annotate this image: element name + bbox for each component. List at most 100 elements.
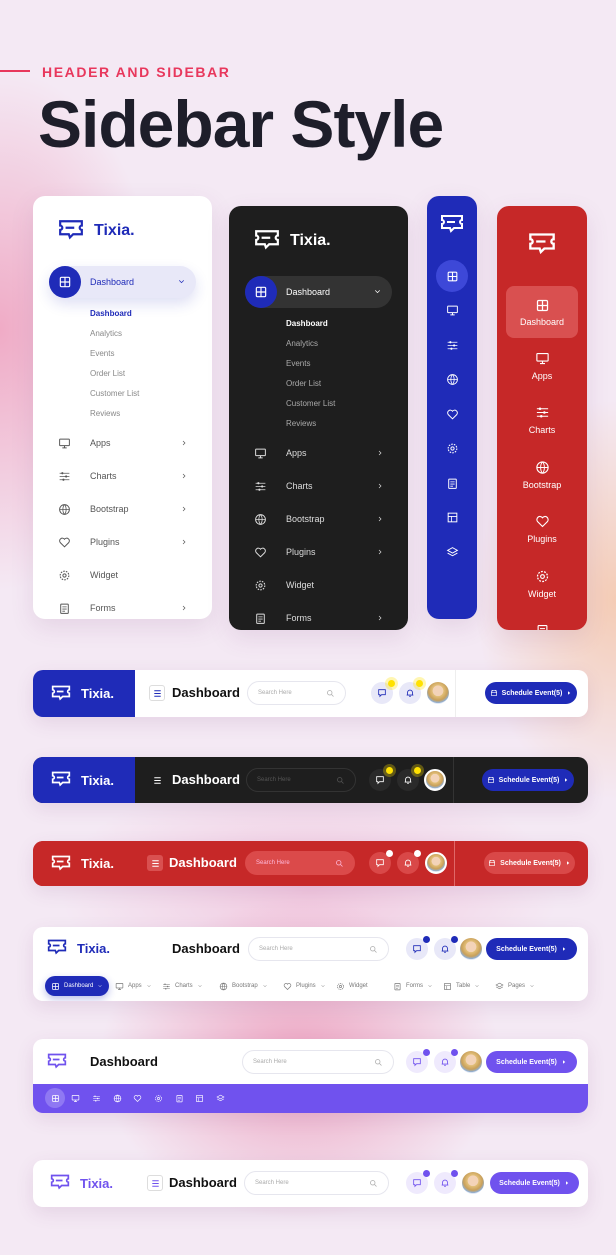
- nav-item-charts[interactable]: Charts: [162, 976, 203, 996]
- search-input[interactable]: Search Here: [242, 1050, 394, 1074]
- notifications-button[interactable]: [397, 850, 421, 874]
- submenu-item[interactable]: Dashboard: [286, 319, 328, 328]
- chat-button[interactable]: [369, 850, 393, 874]
- submenu-item[interactable]: Analytics: [90, 329, 122, 338]
- chat-button[interactable]: [406, 1049, 430, 1073]
- schedule-event-button[interactable]: Schedule Event(5): [485, 682, 577, 704]
- search-input[interactable]: Search Here: [248, 937, 389, 961]
- notifications-button[interactable]: [434, 936, 458, 960]
- brand-logo[interactable]: Tixia.: [51, 684, 114, 704]
- sidebar-item-widget[interactable]: Widget: [229, 578, 408, 592]
- sidebar-item-apps[interactable]: Apps: [497, 351, 587, 381]
- search-input[interactable]: Search Here: [246, 768, 356, 792]
- notifications-button[interactable]: [434, 1049, 458, 1073]
- notifications-button[interactable]: [399, 680, 423, 704]
- sidebar-item-dashboard[interactable]: Dashboard: [506, 286, 578, 338]
- submenu-item[interactable]: Reviews: [90, 409, 120, 418]
- sidebar-item-forms[interactable]: Forms: [33, 601, 212, 615]
- icon-nav-item[interactable]: [128, 1088, 148, 1108]
- sidebar-item-widget[interactable]: Widget: [33, 568, 212, 582]
- schedule-event-button[interactable]: Schedule Event(5): [484, 852, 575, 874]
- search-input[interactable]: Search Here: [247, 681, 346, 705]
- submenu-item[interactable]: Order List: [286, 379, 321, 388]
- nav-item-dashboard[interactable]: Dashboard: [45, 976, 110, 996]
- sidebar-item-dashboard[interactable]: Dashboard: [49, 266, 196, 298]
- chat-button[interactable]: [406, 936, 430, 960]
- nav-item-table[interactable]: Table: [443, 976, 480, 996]
- search-input[interactable]: Search Here: [244, 1171, 389, 1195]
- icon-nav-item[interactable]: [45, 1088, 65, 1108]
- icon-nav-item[interactable]: [149, 1088, 169, 1108]
- sidebar-item-apps[interactable]: Apps: [33, 436, 212, 450]
- notifications-button[interactable]: [434, 1170, 458, 1194]
- brand-logo[interactable]: Tixia.: [254, 228, 331, 254]
- submenu-item[interactable]: Dashboard: [90, 309, 132, 318]
- menu-toggle-button[interactable]: [147, 855, 163, 871]
- notifications-button[interactable]: [397, 767, 421, 791]
- sidebar-compact-item[interactable]: [436, 536, 468, 568]
- icon-nav-item[interactable]: [169, 1088, 189, 1108]
- brand-logo[interactable]: [47, 1052, 67, 1072]
- menu-toggle-button[interactable]: [149, 772, 165, 788]
- nav-item-forms[interactable]: Forms: [393, 976, 433, 996]
- brand-logo[interactable]: [440, 213, 464, 237]
- submenu-item[interactable]: Analytics: [286, 339, 318, 348]
- nav-item-widget[interactable]: Widget: [336, 976, 368, 996]
- sidebar-item-plugins[interactable]: Plugins: [229, 545, 408, 559]
- avatar[interactable]: [424, 769, 446, 791]
- schedule-event-button[interactable]: Schedule Event(5): [486, 1051, 577, 1073]
- sidebar-item-charts[interactable]: Charts: [33, 469, 212, 483]
- sidebar-item-apps[interactable]: Apps: [229, 446, 408, 460]
- icon-nav-item[interactable]: [107, 1088, 127, 1108]
- schedule-event-button[interactable]: Schedule Event(5): [490, 1172, 579, 1194]
- sidebar-compact-item[interactable]: [436, 398, 468, 430]
- brand-logo[interactable]: [528, 231, 556, 259]
- brand-logo[interactable]: Tixia.: [58, 218, 135, 244]
- brand-logo[interactable]: Tixia.: [50, 1173, 113, 1193]
- sidebar-item-bootstrap[interactable]: Bootstrap: [33, 502, 212, 516]
- submenu-item[interactable]: Customer List: [286, 399, 335, 408]
- brand-logo[interactable]: Tixia.: [51, 770, 114, 790]
- sidebar-item-charts[interactable]: Charts: [497, 405, 587, 435]
- schedule-event-button[interactable]: Schedule Event(5): [482, 769, 574, 791]
- sidebar-item-bootstrap[interactable]: Bootstrap: [229, 512, 408, 526]
- menu-toggle-button[interactable]: [147, 1175, 163, 1191]
- avatar[interactable]: [427, 682, 449, 704]
- brand-logo[interactable]: Tixia.: [51, 854, 114, 874]
- sidebar-item-dashboard[interactable]: Dashboard: [245, 276, 392, 308]
- avatar[interactable]: [425, 852, 447, 874]
- sidebar-compact-item[interactable]: [436, 364, 468, 396]
- search-input[interactable]: Search Here: [245, 851, 355, 875]
- submenu-item[interactable]: Reviews: [286, 419, 316, 428]
- nav-item-plugins[interactable]: Plugins: [283, 976, 326, 996]
- chat-button[interactable]: [371, 680, 395, 704]
- sidebar-compact-item[interactable]: [436, 467, 468, 499]
- chat-button[interactable]: [369, 767, 393, 791]
- sidebar-item-forms[interactable]: Forms: [229, 611, 408, 625]
- avatar[interactable]: [462, 1172, 484, 1194]
- nav-item-bootstrap[interactable]: Bootstrap: [219, 976, 268, 996]
- sidebar-item-widget[interactable]: Widget: [497, 569, 587, 599]
- submenu-item[interactable]: Events: [286, 359, 310, 368]
- nav-item-apps[interactable]: Apps: [115, 976, 152, 996]
- nav-item-pages[interactable]: Pages: [495, 976, 535, 996]
- icon-nav-item[interactable]: [66, 1088, 86, 1108]
- submenu-item[interactable]: Events: [90, 349, 114, 358]
- sidebar-item-plugins[interactable]: Plugins: [33, 535, 212, 549]
- sidebar-compact-item[interactable]: [436, 295, 468, 327]
- menu-toggle-button[interactable]: [149, 685, 165, 701]
- submenu-item[interactable]: Order List: [90, 369, 125, 378]
- icon-nav-item[interactable]: [211, 1088, 231, 1108]
- avatar[interactable]: [460, 1051, 482, 1073]
- icon-nav-item[interactable]: [190, 1088, 210, 1108]
- sidebar-compact-item[interactable]: [436, 502, 468, 534]
- sidebar-item-charts[interactable]: Charts: [229, 479, 408, 493]
- sidebar-compact-item[interactable]: [436, 433, 468, 465]
- sidebar-item-bootstrap[interactable]: Bootstrap: [497, 460, 587, 490]
- sidebar-compact-item[interactable]: [436, 329, 468, 361]
- sidebar-item-plugins[interactable]: Plugins: [497, 514, 587, 544]
- brand-logo[interactable]: Tixia.: [47, 938, 110, 958]
- sidebar-item-forms[interactable]: Forms: [497, 623, 587, 630]
- schedule-event-button[interactable]: Schedule Event(5): [486, 938, 577, 960]
- sidebar-compact-item[interactable]: [436, 260, 468, 292]
